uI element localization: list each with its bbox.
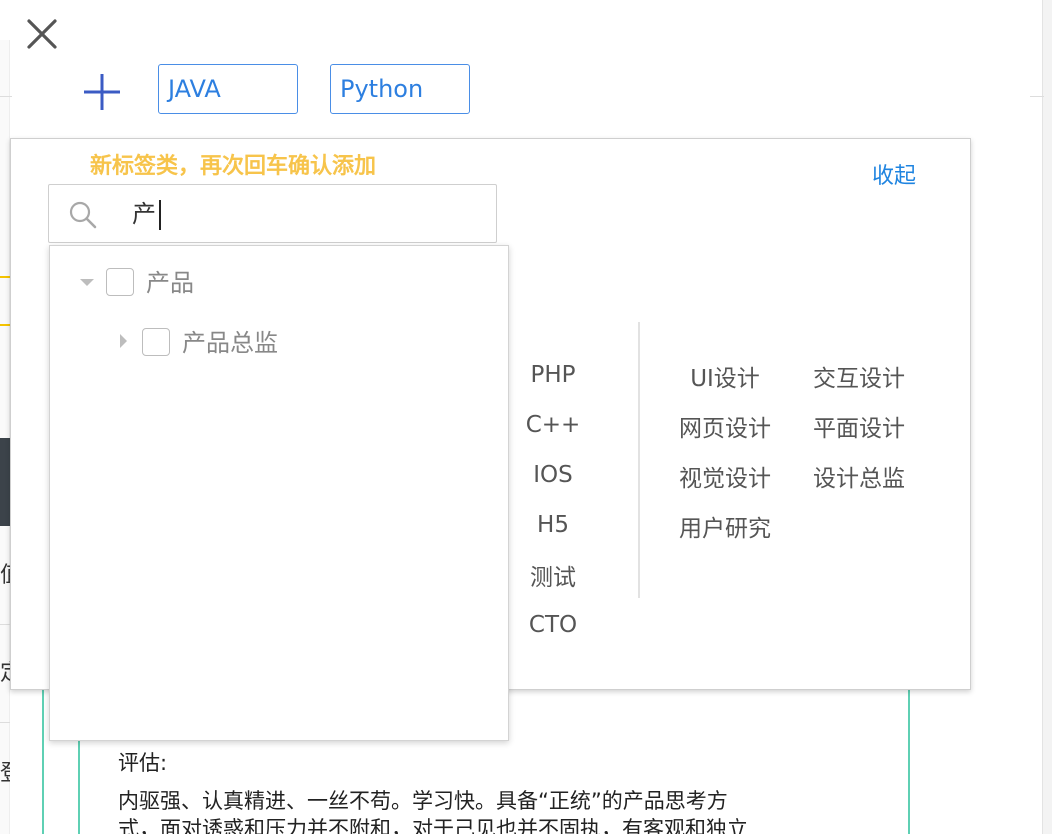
column-divider xyxy=(638,322,640,598)
close-icon xyxy=(27,19,57,49)
close-button[interactable] xyxy=(22,14,62,54)
tree-item-product[interactable]: 产品 xyxy=(146,267,194,299)
tag-option-interaction-design[interactable]: 交互设计 xyxy=(800,364,918,394)
tag-option-web-design[interactable]: 网页设计 xyxy=(668,414,782,444)
tag-option-ui-design[interactable]: UI设计 xyxy=(668,364,782,394)
tag-option-cto[interactable]: CTO xyxy=(515,610,591,640)
tag-python[interactable]: Python xyxy=(330,64,470,114)
caret-down-icon[interactable] xyxy=(80,279,94,286)
tag-option-visual-design[interactable]: 视觉设计 xyxy=(668,464,782,494)
evaluation-text: 式，面对诱惑和压力并不附和，对于己见也并不固执，有客观和独立 xyxy=(118,817,748,834)
text-caret xyxy=(159,200,161,230)
add-tag-button[interactable] xyxy=(80,70,124,114)
tree-item-product-director[interactable]: 产品总监 xyxy=(182,327,278,359)
tree-checkbox-product-director[interactable] xyxy=(142,328,170,356)
search-results-dropdown xyxy=(49,245,509,741)
tag-option-php[interactable]: PHP xyxy=(515,360,591,390)
evaluation-text-clip: 式，面对诱惑和压力并不附和，对于己见也并不固执，有客观和独立 xyxy=(118,812,908,834)
tag-option-ios[interactable]: IOS xyxy=(515,460,591,490)
caret-right-icon[interactable] xyxy=(120,334,127,348)
collapse-link[interactable]: 收起 xyxy=(872,160,916,194)
background-dark-block xyxy=(0,438,10,526)
tag-java[interactable]: JAVA xyxy=(158,64,298,114)
plus-icon xyxy=(84,74,120,110)
background-divider xyxy=(1030,96,1044,97)
tree-checkbox-product[interactable] xyxy=(106,268,134,296)
background-divider xyxy=(0,96,12,97)
background-text: 定 xyxy=(0,660,10,688)
background-accent-line xyxy=(0,276,10,278)
background-text: 登 xyxy=(0,760,10,788)
tag-option-design-director[interactable]: 设计总监 xyxy=(800,464,918,494)
background-scrollbar xyxy=(1042,0,1052,834)
tag-option-testing[interactable]: 测试 xyxy=(515,563,591,593)
tag-option-user-research[interactable]: 用户研究 xyxy=(668,514,782,544)
background-left-strip xyxy=(0,40,10,834)
tag-option-cpp[interactable]: C++ xyxy=(515,410,591,440)
background-accent-line xyxy=(0,324,10,326)
background-text: 值 xyxy=(0,562,10,590)
background-divider xyxy=(0,722,10,723)
background-divider xyxy=(0,624,10,625)
evaluation-title: 评估: xyxy=(118,751,168,775)
tag-option-graphic-design[interactable]: 平面设计 xyxy=(800,414,918,444)
search-input[interactable] xyxy=(120,194,480,234)
new-tag-hint: 新标签类，再次回车确认添加 xyxy=(90,154,377,179)
tag-option-h5[interactable]: H5 xyxy=(515,510,591,540)
search-icon xyxy=(67,199,99,231)
